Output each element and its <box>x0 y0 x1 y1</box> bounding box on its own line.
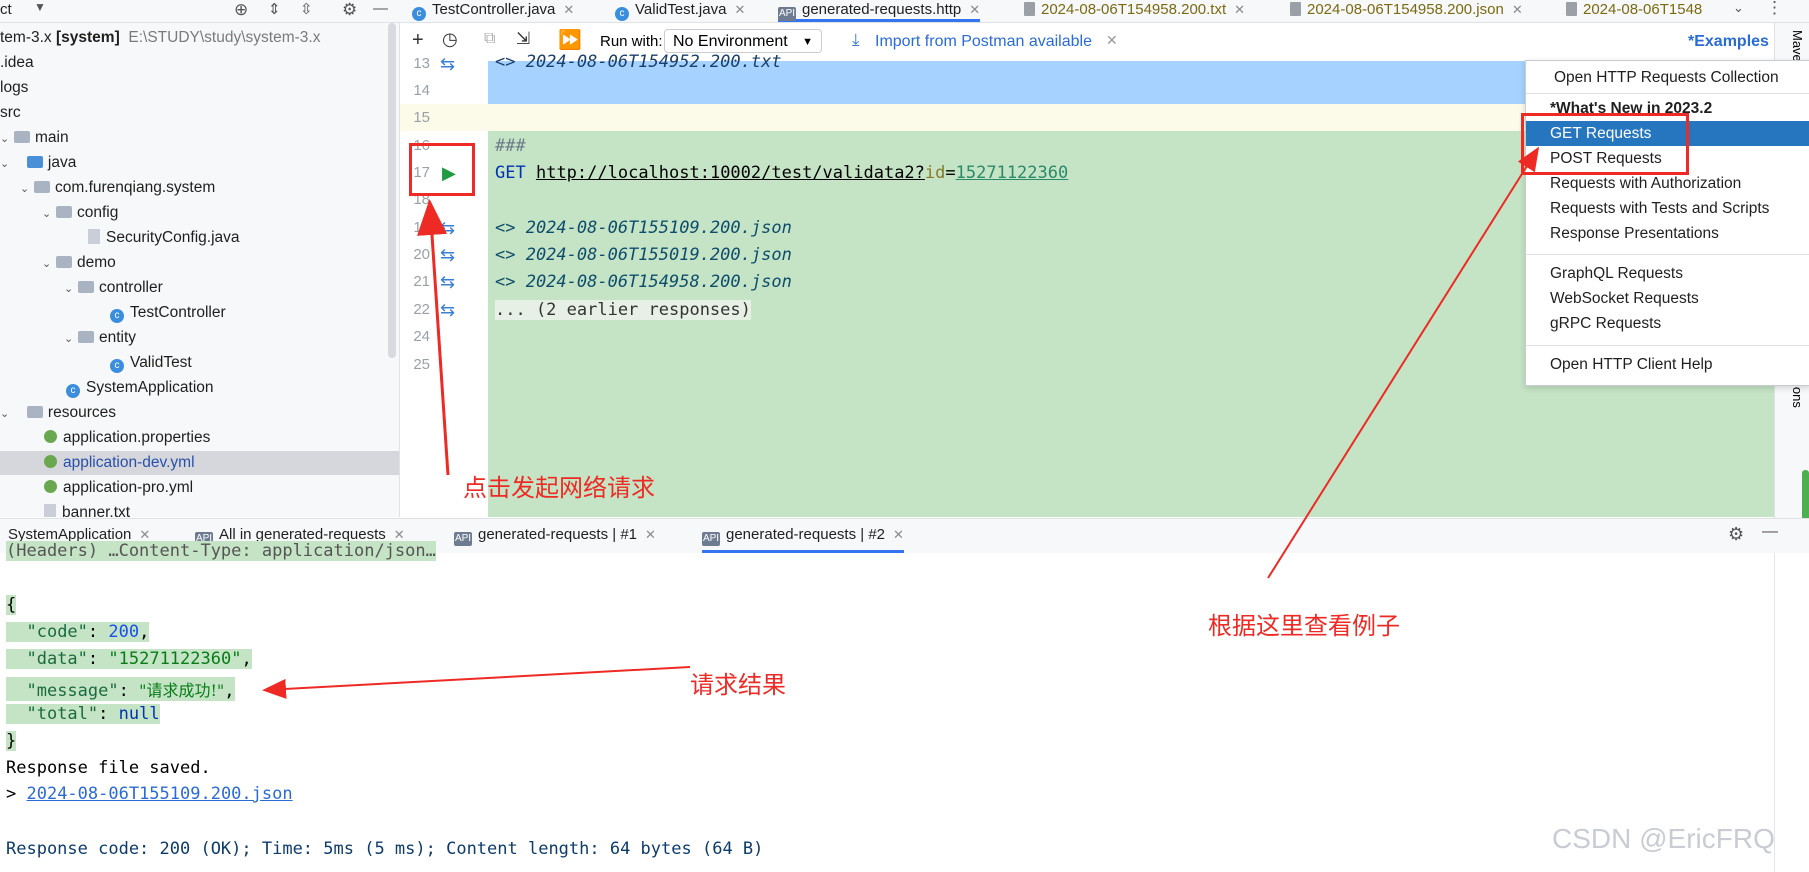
annotation-arrows <box>262 146 1540 699</box>
arrow-to-get-requests <box>1267 146 1540 579</box>
arrow-to-message <box>262 666 691 699</box>
annotation-examples-hint: 根据这里查看例子 <box>1208 613 1400 640</box>
annotation-click-hint: 点击发起网络请求 <box>463 475 655 502</box>
arrow-to-run-button <box>417 199 450 476</box>
watermark: CSDN @EricFRQ <box>1552 823 1775 854</box>
annotation-result-hint: 请求结果 <box>690 672 786 699</box>
